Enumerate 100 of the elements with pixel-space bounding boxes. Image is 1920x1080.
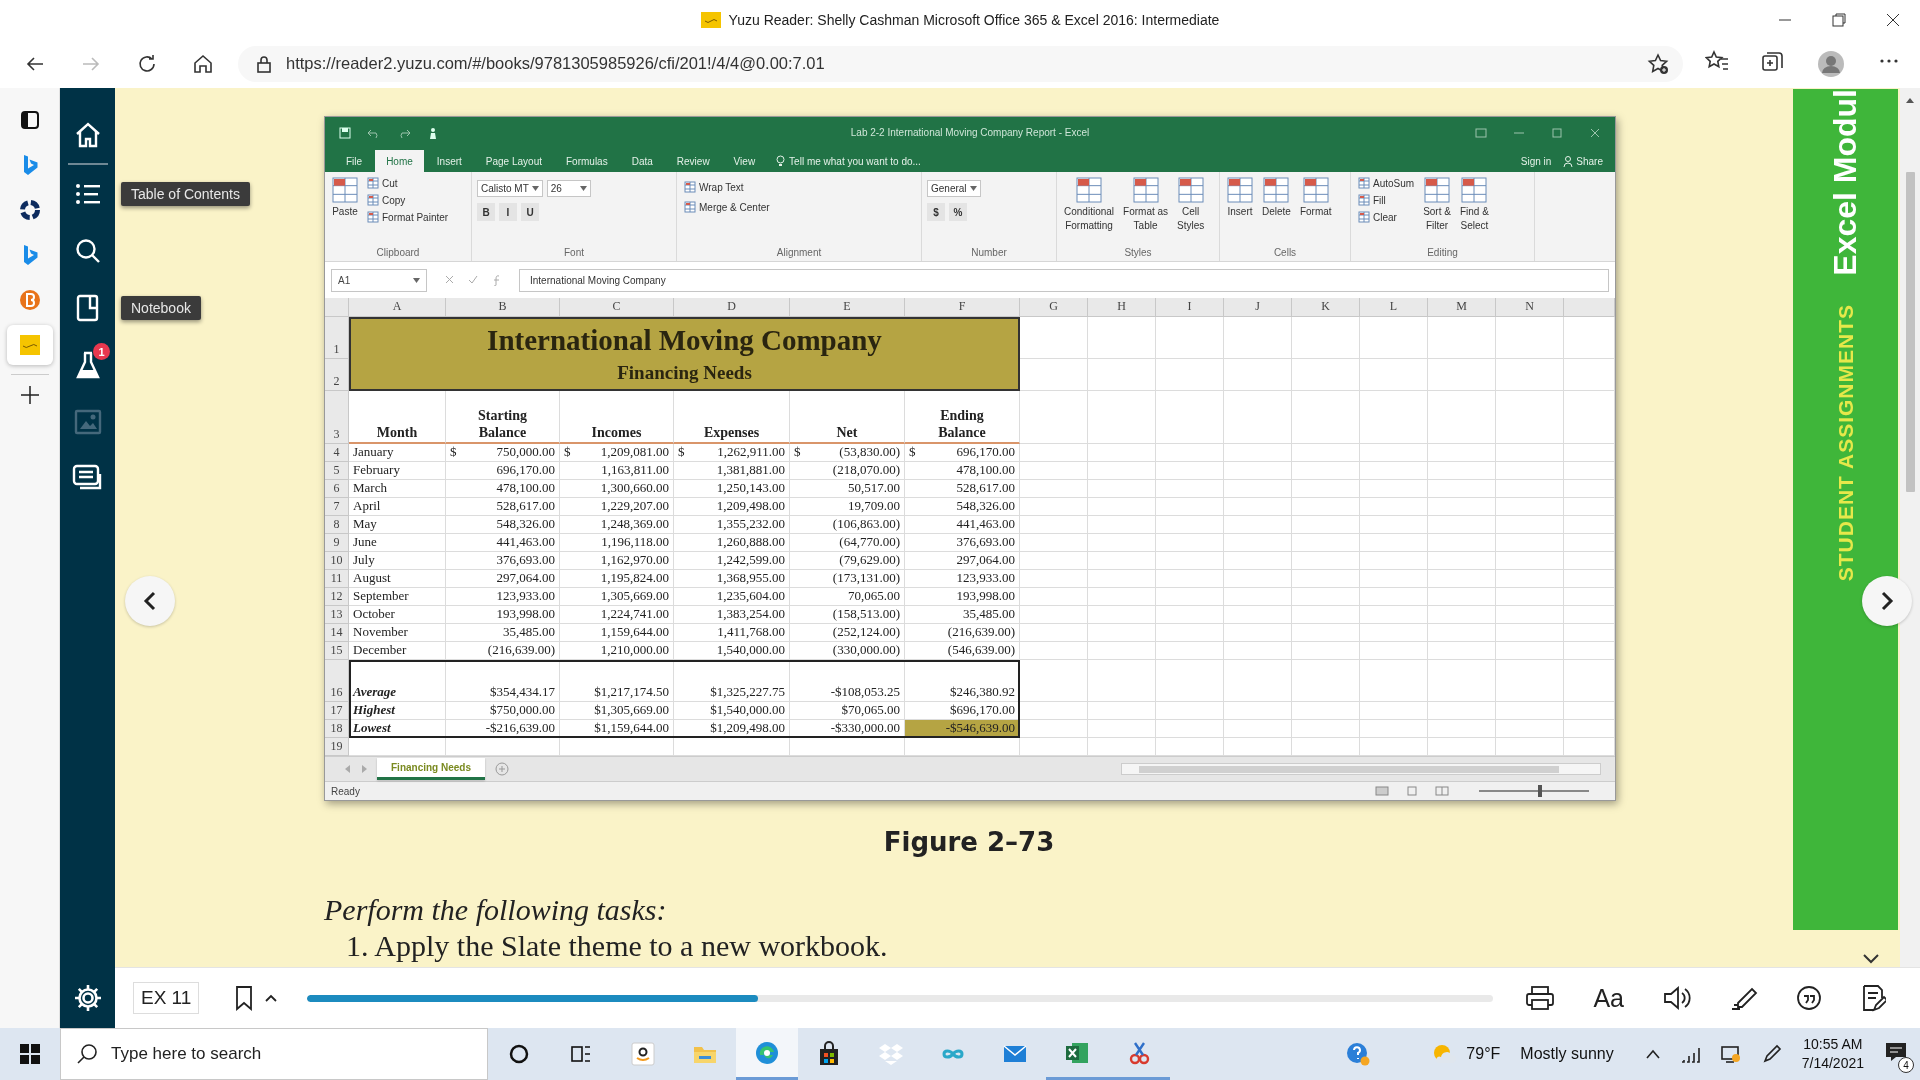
empty-cell[interactable] xyxy=(1564,498,1615,516)
column-header[interactable]: K xyxy=(1292,298,1360,317)
ribbon-tab[interactable]: Review xyxy=(665,150,721,172)
maximize-icon[interactable] xyxy=(1551,127,1563,138)
empty-cell[interactable] xyxy=(1224,624,1292,642)
chevron-down-icon[interactable] xyxy=(1862,953,1880,965)
empty-cell[interactable] xyxy=(1428,534,1496,552)
row-header[interactable]: 16 xyxy=(325,660,349,702)
empty-cell[interactable] xyxy=(1428,624,1496,642)
empty-cell[interactable] xyxy=(1088,391,1156,444)
name-box[interactable]: A1 xyxy=(331,269,427,292)
empty-cell[interactable] xyxy=(1020,480,1088,498)
empty-cell[interactable] xyxy=(1496,391,1564,444)
toggle-button[interactable]: U xyxy=(521,203,539,221)
empty-cell[interactable] xyxy=(1496,624,1564,642)
ribbon-tab[interactable]: Home xyxy=(375,150,424,172)
empty-cell[interactable] xyxy=(1088,660,1156,702)
empty-cell[interactable] xyxy=(1292,462,1360,480)
empty-cell[interactable] xyxy=(1360,480,1428,498)
empty-cell[interactable] xyxy=(1564,480,1615,498)
empty-cell[interactable] xyxy=(1564,391,1615,444)
task-view-icon[interactable] xyxy=(570,1043,592,1065)
favorites-icon[interactable] xyxy=(1705,49,1729,72)
toggle-button[interactable]: I xyxy=(499,203,517,221)
amazon-icon[interactable] xyxy=(630,1041,656,1067)
empty-cell[interactable] xyxy=(1564,552,1615,570)
empty-cell[interactable] xyxy=(1428,480,1496,498)
row-header[interactable]: 11 xyxy=(325,570,349,588)
empty-cell[interactable] xyxy=(1156,359,1224,391)
empty-cell[interactable] xyxy=(1496,498,1564,516)
empty-cell[interactable] xyxy=(1428,702,1496,720)
speaker-icon[interactable] xyxy=(1662,985,1692,1011)
empty-cell[interactable] xyxy=(1224,606,1292,624)
column-header[interactable]: J xyxy=(1224,298,1292,317)
empty-cell[interactable] xyxy=(1360,534,1428,552)
empty-cell[interactable] xyxy=(1428,462,1496,480)
ribbon-button[interactable]: Copy xyxy=(365,193,451,207)
empty-cell[interactable] xyxy=(1428,588,1496,606)
caret-up-icon[interactable] xyxy=(1645,1049,1660,1059)
empty-cell[interactable] xyxy=(1564,606,1615,624)
ribbon-button[interactable]: Clear xyxy=(1356,210,1417,224)
ribbon-button[interactable]: Delete xyxy=(1260,176,1293,218)
empty-cell[interactable] xyxy=(1360,444,1428,462)
help-icon[interactable] xyxy=(1346,1042,1371,1066)
column-header[interactable]: G xyxy=(1020,298,1088,317)
empty-cell[interactable] xyxy=(1224,534,1292,552)
empty-cell[interactable] xyxy=(1428,444,1496,462)
empty-cell[interactable] xyxy=(1360,588,1428,606)
empty-cell[interactable] xyxy=(1292,660,1360,702)
empty-cell[interactable] xyxy=(1156,462,1224,480)
empty-cell[interactable] xyxy=(1428,359,1496,391)
row-header[interactable]: 15 xyxy=(325,642,349,660)
empty-cell[interactable] xyxy=(1020,444,1088,462)
empty-cell[interactable] xyxy=(1360,498,1428,516)
empty-cell[interactable] xyxy=(1020,391,1088,444)
ribbon-button[interactable]: AutoSum xyxy=(1356,176,1417,190)
column-header[interactable]: E xyxy=(790,298,905,317)
empty-cell[interactable] xyxy=(1564,462,1615,480)
row-header[interactable]: 19 xyxy=(325,738,349,756)
collections-icon[interactable] xyxy=(1761,49,1785,72)
empty-cell[interactable] xyxy=(1020,588,1088,606)
undo-icon[interactable] xyxy=(367,127,381,138)
ribbon-button[interactable]: Fill xyxy=(1356,193,1417,207)
empty-cell[interactable] xyxy=(1360,702,1428,720)
row-header[interactable]: 10 xyxy=(325,552,349,570)
empty-cell[interactable] xyxy=(1088,462,1156,480)
ribbon-tab[interactable]: Formulas xyxy=(555,150,619,172)
empty-cell[interactable] xyxy=(1088,720,1156,738)
empty-cell[interactable] xyxy=(1428,317,1496,359)
empty-cell[interactable] xyxy=(1292,317,1360,359)
ribbon-button[interactable]: Format xyxy=(1297,176,1334,218)
empty-cell[interactable] xyxy=(1564,588,1615,606)
row-header[interactable]: 18 xyxy=(325,720,349,738)
empty-cell[interactable] xyxy=(1496,606,1564,624)
empty-cell[interactable] xyxy=(1496,660,1564,702)
save-icon[interactable] xyxy=(339,126,351,139)
empty-cell[interactable] xyxy=(1292,359,1360,391)
windows-start-icon[interactable] xyxy=(20,1044,40,1064)
toggle-button[interactable]: % xyxy=(949,203,967,221)
empty-cell[interactable] xyxy=(1496,534,1564,552)
empty-cell[interactable] xyxy=(1564,317,1615,359)
ribbon-tab[interactable]: File xyxy=(335,150,374,172)
empty-cell[interactable] xyxy=(1020,359,1088,391)
scrollbar[interactable] xyxy=(1900,88,1920,967)
display-icon[interactable] xyxy=(1719,1044,1742,1064)
empty-cell[interactable] xyxy=(1496,462,1564,480)
empty-cell[interactable] xyxy=(1088,317,1156,359)
empty-cell[interactable] xyxy=(1156,444,1224,462)
ribbon-button[interactable]: Conditional Formatting xyxy=(1062,176,1117,232)
search-field[interactable]: Type here to search xyxy=(60,1028,488,1080)
column-header[interactable] xyxy=(1564,298,1615,317)
redo-icon[interactable] xyxy=(397,127,411,138)
ribbon-button[interactable]: Merge & Center xyxy=(682,200,772,214)
empty-cell[interactable] xyxy=(1428,552,1496,570)
empty-cell[interactable] xyxy=(1292,642,1360,660)
function-icon[interactable] xyxy=(492,275,501,286)
new-tab-icon[interactable] xyxy=(18,384,41,406)
ribbon-button[interactable]: Cell Styles xyxy=(1175,176,1207,232)
empty-cell[interactable] xyxy=(1020,624,1088,642)
row-header[interactable]: 2 xyxy=(325,359,349,391)
